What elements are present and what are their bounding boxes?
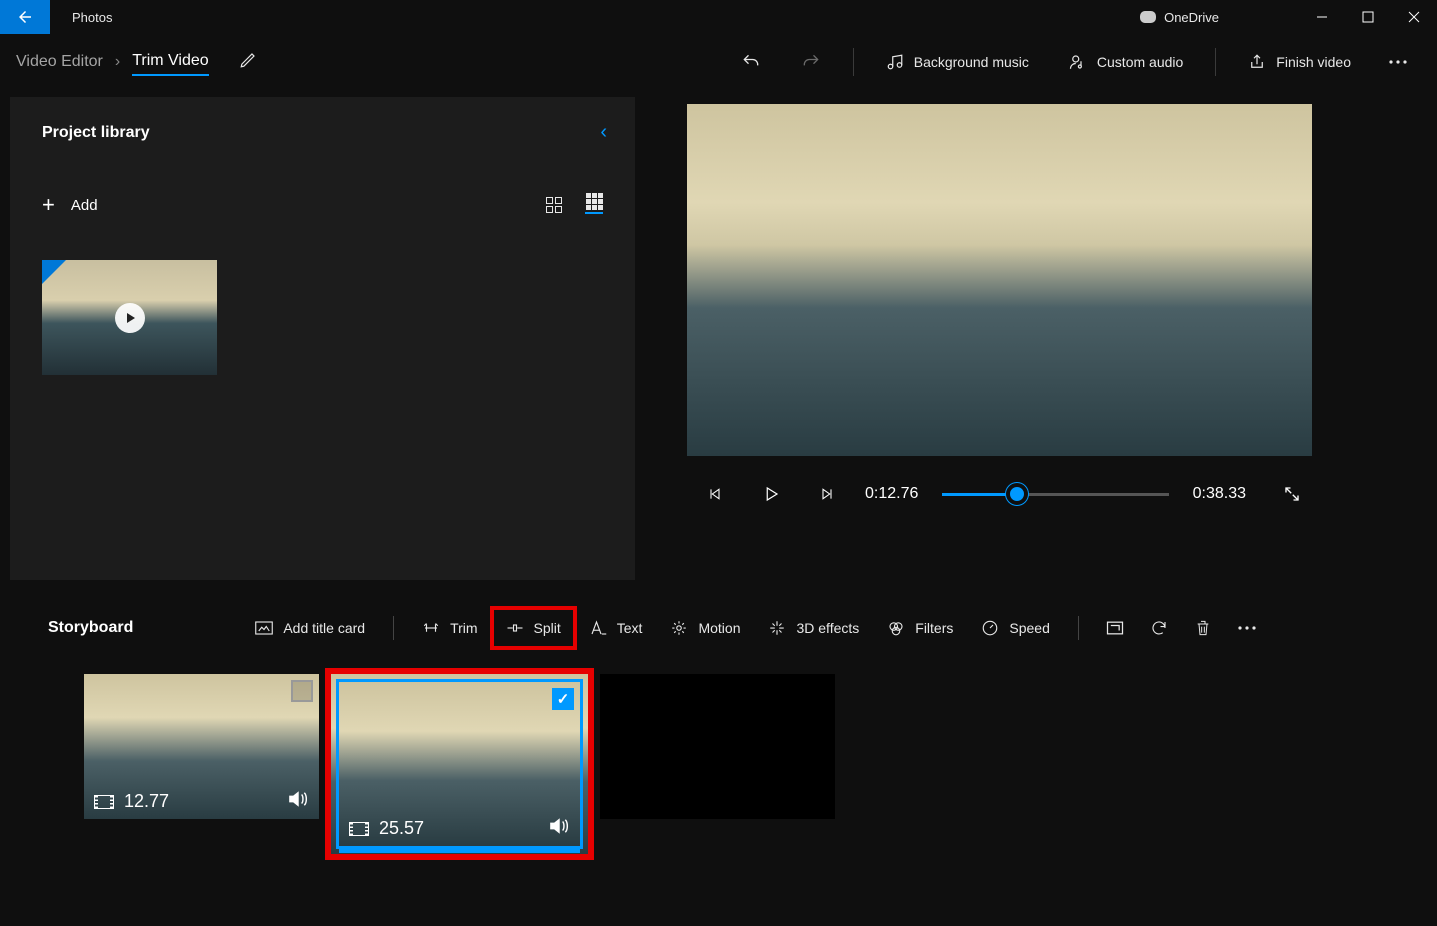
- redo-button[interactable]: [781, 42, 841, 82]
- breadcrumb-current[interactable]: Trim Video: [132, 52, 208, 76]
- speed-button[interactable]: Speed: [967, 608, 1063, 648]
- storyboard-title: Storyboard: [48, 619, 133, 637]
- trash-icon: [1195, 619, 1211, 637]
- finish-video-button[interactable]: Finish video: [1228, 42, 1371, 82]
- clip-select-checkbox[interactable]: [552, 688, 574, 710]
- close-button[interactable]: [1391, 0, 1437, 34]
- motion-icon: [670, 619, 688, 637]
- motion-button[interactable]: Motion: [656, 608, 754, 648]
- delete-clip-button[interactable]: [1181, 619, 1225, 637]
- back-button[interactable]: [0, 0, 50, 34]
- play-icon: [115, 303, 145, 333]
- breadcrumb-root[interactable]: Video Editor: [16, 53, 103, 71]
- seek-slider[interactable]: [942, 482, 1168, 506]
- separator: [1078, 616, 1079, 640]
- fullscreen-button[interactable]: [1272, 485, 1312, 503]
- ellipsis-icon: [1238, 626, 1256, 630]
- plus-icon: +: [42, 192, 55, 218]
- music-icon: [886, 53, 904, 71]
- more-menu-button[interactable]: [1371, 42, 1425, 82]
- minimize-button[interactable]: [1299, 0, 1345, 34]
- film-icon: [94, 795, 114, 809]
- film-icon: [349, 822, 369, 836]
- next-frame-button[interactable]: [799, 486, 855, 502]
- person-music-icon: [1069, 53, 1087, 71]
- pencil-icon: [239, 51, 257, 69]
- play-icon: [762, 485, 780, 503]
- grid-small-icon: [586, 193, 603, 210]
- maximize-button[interactable]: [1345, 0, 1391, 34]
- storyboard-empty-slot[interactable]: [600, 674, 835, 819]
- volume-icon[interactable]: [287, 790, 309, 813]
- clip-select-checkbox[interactable]: [291, 680, 313, 702]
- storyboard-clip[interactable]: 12.77: [84, 674, 319, 819]
- library-title: Project library: [42, 124, 150, 142]
- separator: [853, 48, 854, 76]
- step-forward-icon: [819, 486, 835, 502]
- collapse-library-button[interactable]: ‹: [600, 121, 607, 144]
- used-indicator-icon: [42, 260, 66, 284]
- background-music-button[interactable]: Background music: [866, 42, 1049, 82]
- storyboard-clip-selected[interactable]: 25.57: [331, 674, 588, 854]
- split-icon: [506, 621, 524, 635]
- undo-icon: [741, 52, 761, 72]
- clip-duration: 25.57: [379, 818, 424, 839]
- view-small-grid-button[interactable]: [585, 196, 603, 214]
- onedrive-status[interactable]: OneDrive: [1140, 0, 1299, 34]
- total-time: 0:38.33: [1183, 485, 1256, 503]
- sparkle-icon: [768, 619, 786, 637]
- view-large-grid-button[interactable]: [545, 196, 563, 214]
- separator: [1215, 48, 1216, 76]
- add-media-button[interactable]: + Add: [42, 192, 98, 218]
- library-clip-thumbnail[interactable]: [42, 260, 217, 375]
- custom-audio-button[interactable]: Custom audio: [1049, 42, 1203, 82]
- breadcrumb: Video Editor › Trim Video: [12, 51, 257, 74]
- 3d-effects-button[interactable]: 3D effects: [754, 608, 873, 648]
- storyboard-panel: Storyboard Add title card Trim Split Tex…: [0, 580, 1437, 854]
- export-icon: [1248, 53, 1266, 71]
- text-icon: [589, 620, 607, 636]
- previous-frame-button[interactable]: [687, 486, 743, 502]
- storyboard-more-button[interactable]: [1225, 626, 1269, 630]
- resize-canvas-button[interactable]: [1093, 620, 1137, 636]
- separator: [393, 616, 394, 640]
- filters-icon: [887, 619, 905, 637]
- grid-large-icon: [546, 197, 562, 213]
- filters-button[interactable]: Filters: [873, 608, 967, 648]
- seek-thumb[interactable]: [1006, 483, 1028, 505]
- add-title-card-button[interactable]: Add title card: [241, 608, 379, 648]
- speed-icon: [981, 619, 999, 637]
- undo-button[interactable]: [721, 42, 781, 82]
- trim-button[interactable]: Trim: [408, 608, 491, 648]
- clip-duration: 12.77: [124, 791, 169, 812]
- step-back-icon: [707, 486, 723, 502]
- expand-icon: [1283, 485, 1301, 503]
- rotate-icon: [1150, 619, 1168, 637]
- video-preview[interactable]: [687, 104, 1312, 456]
- cloud-icon: [1140, 11, 1156, 23]
- onedrive-label: OneDrive: [1164, 10, 1219, 25]
- title-card-icon: [255, 621, 273, 635]
- ellipsis-icon: [1389, 60, 1407, 64]
- split-button[interactable]: Split: [492, 608, 575, 648]
- play-button[interactable]: [743, 485, 799, 503]
- trim-icon: [422, 621, 440, 635]
- arrow-left-icon: [16, 8, 34, 26]
- preview-panel: 0:12.76 0:38.33: [635, 90, 1437, 580]
- redo-icon: [801, 52, 821, 72]
- edit-name-button[interactable]: [239, 51, 257, 74]
- current-time: 0:12.76: [855, 485, 928, 503]
- crop-icon: [1105, 620, 1125, 636]
- text-button[interactable]: Text: [575, 608, 657, 648]
- app-title: Photos: [50, 0, 112, 34]
- project-library-panel: Project library ‹ + Add: [10, 97, 635, 580]
- volume-icon[interactable]: [548, 817, 570, 840]
- chevron-right-icon: ›: [115, 53, 120, 71]
- rotate-button[interactable]: [1137, 619, 1181, 637]
